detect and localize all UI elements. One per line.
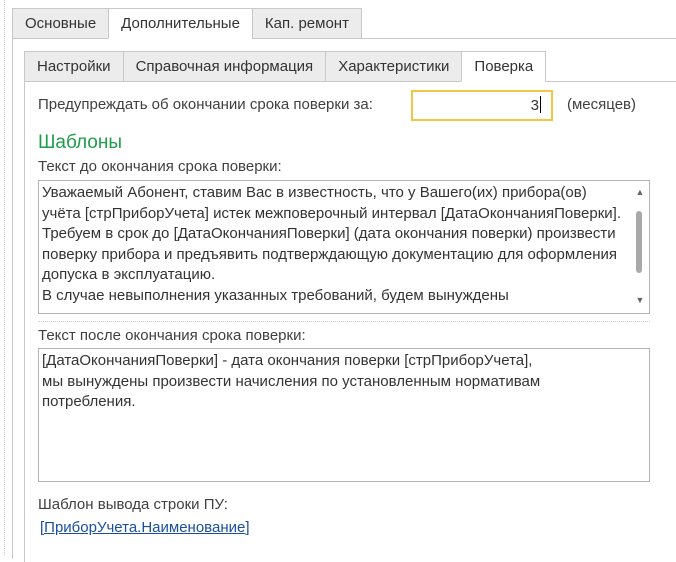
warning-label: Предупреждать об окончании срока поверки… [38, 96, 373, 113]
after-expiry-label: Текст после окончания срока поверки: [38, 327, 306, 344]
text-caret [540, 96, 541, 113]
tab-poverka[interactable]: Поверка [461, 51, 547, 82]
warning-months-input[interactable]: 3 [411, 90, 553, 121]
scroll-thumb[interactable] [636, 211, 642, 273]
section-divider [38, 321, 650, 322]
row-template-label: Шаблон вывода строки ПУ: [38, 496, 228, 513]
tab-kharakteristiki[interactable]: Характеристики [325, 51, 462, 82]
inner-tab-bar: Настройки Справочная информация Характер… [24, 51, 547, 82]
after-expiry-text: [ДатаОкончанияПоверки] - дата окончания … [42, 352, 541, 410]
warning-unit-label: (месяцев) [567, 96, 637, 113]
tab-dopolnitelnye[interactable]: Дополнительные [108, 8, 252, 39]
scroll-down-arrow-icon[interactable]: ▼ [635, 295, 645, 305]
window-frame-left [4, 0, 5, 555]
templates-section-title: Шаблоны [38, 132, 123, 153]
outer-tab-bar: Основные Дополнительные Кап. ремонт [12, 8, 362, 39]
warning-months-value: 3 [530, 97, 539, 114]
row-template-link[interactable]: [ПриборУчета.Наименование] [40, 519, 250, 536]
tab-spravochnaya-informatsiya[interactable]: Справочная информация [122, 51, 326, 82]
before-expiry-text: Уважаемый Абонент, ставим Вас в известно… [42, 184, 622, 304]
tab-nastroyki[interactable]: Настройки [24, 51, 123, 82]
after-expiry-textarea[interactable]: [ДатаОкончанияПоверки] - дата окончания … [38, 348, 650, 482]
before-expiry-textarea[interactable]: Уважаемый Абонент, ставим Вас в известно… [38, 180, 650, 314]
tab-kap-remont[interactable]: Кап. ремонт [251, 8, 362, 39]
before-expiry-label: Текст до окончания срока поверки: [38, 158, 282, 175]
before-expiry-scrollbar[interactable]: ▲ ▼ [635, 185, 645, 309]
scroll-up-arrow-icon[interactable]: ▲ [635, 187, 645, 197]
tab-osnovnye[interactable]: Основные [12, 8, 109, 39]
